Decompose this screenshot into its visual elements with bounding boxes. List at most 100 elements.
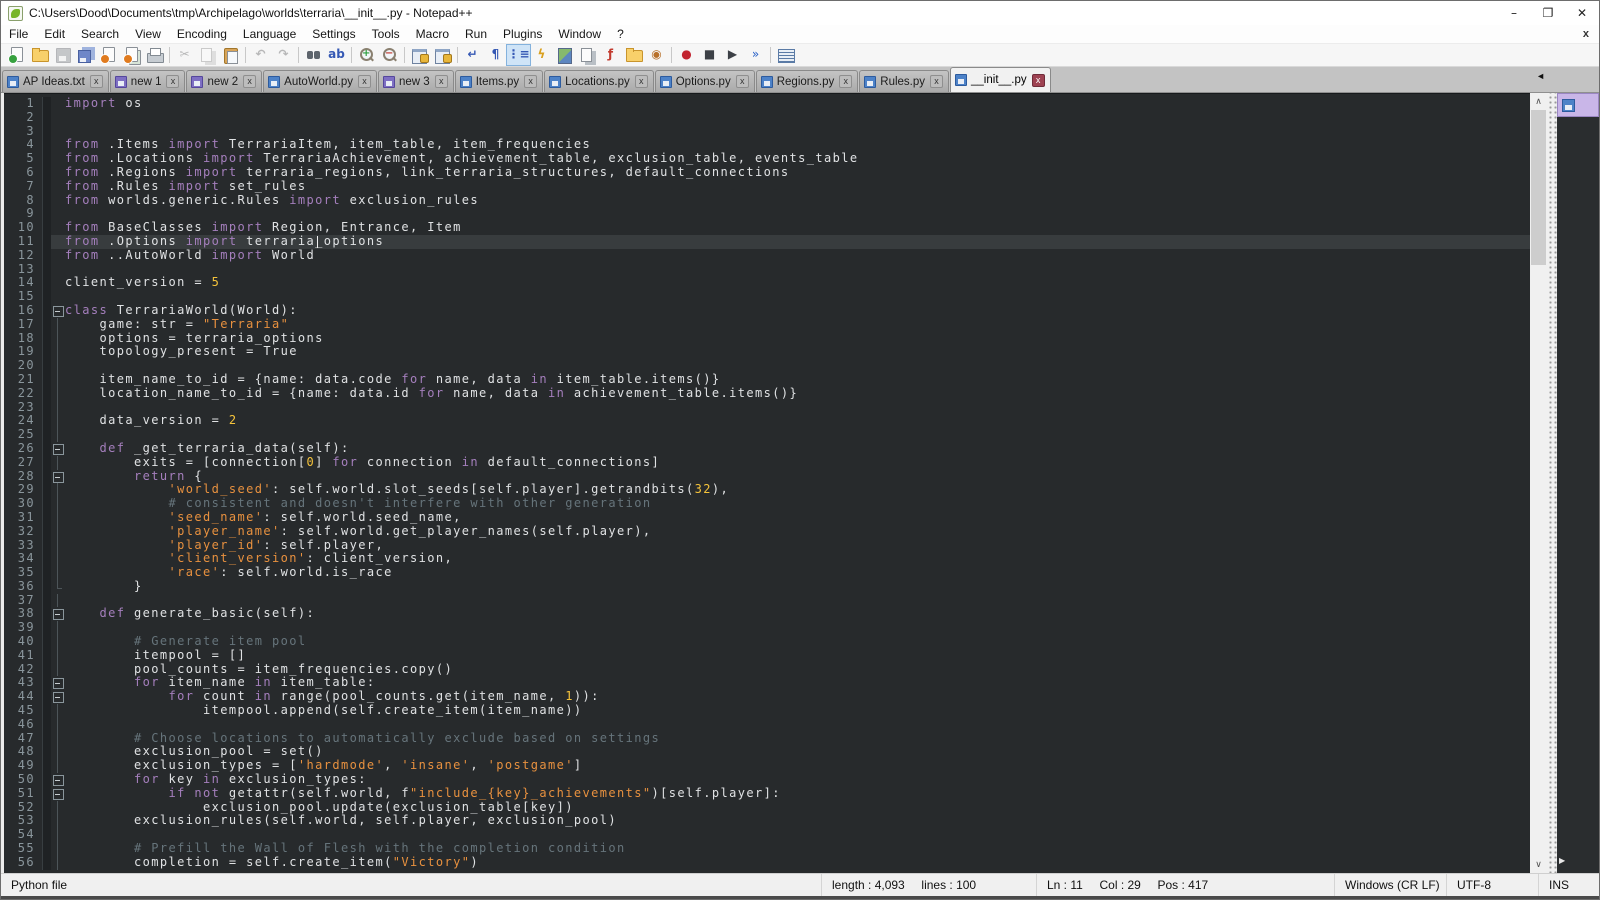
bookmark-margin[interactable] xyxy=(42,635,51,649)
bookmark-margin[interactable] xyxy=(42,332,51,346)
scroll-down-icon[interactable]: ∨ xyxy=(1530,856,1547,873)
code-line[interactable]: 3 xyxy=(4,125,1530,139)
bookmark-margin[interactable] xyxy=(42,138,51,152)
bookmark-margin[interactable] xyxy=(42,263,51,277)
fold-collapse-icon[interactable] xyxy=(51,470,65,484)
status-encoding[interactable]: UTF-8 xyxy=(1447,874,1539,896)
bookmark-margin[interactable] xyxy=(42,773,51,787)
bookmark-margin[interactable] xyxy=(42,856,51,870)
code-line[interactable]: 17 game: str = "Terraria" xyxy=(4,318,1530,332)
find-icon[interactable] xyxy=(302,45,325,65)
tab-close-icon[interactable]: x xyxy=(736,75,749,88)
doc-list-icon[interactable] xyxy=(576,45,599,65)
code-line[interactable]: 35 'race': self.world.is_race xyxy=(4,566,1530,580)
bookmark-margin[interactable] xyxy=(42,497,51,511)
bookmark-margin[interactable] xyxy=(42,345,51,359)
code-line[interactable]: 49 exclusion_types = ['hardmode', 'insan… xyxy=(4,759,1530,773)
code-line[interactable]: 42 pool_counts = item_frequencies.copy() xyxy=(4,663,1530,677)
restore-button[interactable]: ❐ xyxy=(1531,1,1565,25)
code-line[interactable]: 14client_version = 5 xyxy=(4,276,1530,290)
save-icon[interactable] xyxy=(51,45,74,65)
bookmark-margin[interactable] xyxy=(42,801,51,815)
folder-workspace-icon[interactable] xyxy=(622,45,645,65)
code-line[interactable]: 48 exclusion_pool = set() xyxy=(4,745,1530,759)
open-file-icon[interactable] xyxy=(28,45,51,65)
macro-play-icon[interactable]: ▶ xyxy=(721,45,744,65)
code-line[interactable]: 5from .Locations import TerrariaAchievem… xyxy=(4,152,1530,166)
status-insert-mode[interactable]: INS xyxy=(1539,874,1599,896)
code-line[interactable]: 41 itempool = [] xyxy=(4,649,1530,663)
bookmark-margin[interactable] xyxy=(42,594,51,608)
indent-guide-icon[interactable]: ⋮≡ xyxy=(507,45,530,65)
code-line[interactable]: 40 # Generate item pool xyxy=(4,635,1530,649)
code-line[interactable]: 16class TerrariaWorld(World): xyxy=(4,304,1530,318)
bookmark-margin[interactable] xyxy=(42,166,51,180)
code-line[interactable]: 13 xyxy=(4,263,1530,277)
bookmark-margin[interactable] xyxy=(42,97,51,111)
bookmark-margin[interactable] xyxy=(42,414,51,428)
bookmark-margin[interactable] xyxy=(42,580,51,594)
fold-collapse-icon[interactable] xyxy=(51,690,65,704)
tab-close-icon[interactable]: x xyxy=(166,75,179,88)
code-line[interactable]: 51 if not getattr(self.world, f"include_… xyxy=(4,787,1530,801)
menu-item-file[interactable]: File xyxy=(1,25,36,43)
code-line[interactable]: 27 exits = [connection[0] for connection… xyxy=(4,456,1530,470)
fold-collapse-icon[interactable] xyxy=(51,304,65,318)
tab-ap-ideas-txt[interactable]: AP Ideas.txtx xyxy=(2,70,109,92)
code-line[interactable]: 8from worlds.generic.Rules import exclus… xyxy=(4,194,1530,208)
bookmark-margin[interactable] xyxy=(42,649,51,663)
fold-collapse-icon[interactable] xyxy=(51,442,65,456)
code-line[interactable]: 24 data_version = 2 xyxy=(4,414,1530,428)
tab-new-3[interactable]: new 3x xyxy=(378,70,454,92)
code-line[interactable]: 34 'client_version': client_version, xyxy=(4,552,1530,566)
bookmark-margin[interactable] xyxy=(42,745,51,759)
tab-close-icon[interactable]: x xyxy=(243,75,256,88)
sync-horizontal-icon[interactable] xyxy=(431,45,454,65)
menu-item-view[interactable]: View xyxy=(127,25,169,43)
bookmark-margin[interactable] xyxy=(42,483,51,497)
menu-item-settings[interactable]: Settings xyxy=(304,25,363,43)
tab-items-py[interactable]: Items.pyx xyxy=(455,70,543,92)
tab-autoworld-py[interactable]: AutoWorld.pyx xyxy=(263,70,377,92)
status-eol-format[interactable]: Windows (CR LF) xyxy=(1335,874,1447,896)
monitoring-icon[interactable]: ◉ xyxy=(645,45,668,65)
close-file-icon[interactable] xyxy=(97,45,120,65)
code-line[interactable]: 53 exclusion_rules(self.world, self.play… xyxy=(4,814,1530,828)
bookmark-margin[interactable] xyxy=(42,663,51,677)
code-line[interactable]: 45 itempool.append(self.create_item(item… xyxy=(4,704,1530,718)
bookmark-margin[interactable] xyxy=(42,387,51,401)
code-line[interactable]: 9 xyxy=(4,207,1530,221)
code-line[interactable]: 10from BaseClasses import Region, Entran… xyxy=(4,221,1530,235)
zoom-in-icon[interactable]: + xyxy=(355,45,378,65)
bookmark-margin[interactable] xyxy=(42,194,51,208)
bookmark-margin[interactable] xyxy=(42,207,51,221)
code-line[interactable]: 47 # Choose locations to automatically e… xyxy=(4,732,1530,746)
cut-icon[interactable]: ✂ xyxy=(173,45,196,65)
bookmark-margin[interactable] xyxy=(42,607,51,621)
bookmark-margin[interactable] xyxy=(42,718,51,732)
sync-vertical-icon[interactable] xyxy=(408,45,431,65)
bookmark-margin[interactable] xyxy=(42,249,51,263)
tab-rules-py[interactable]: Rules.pyx xyxy=(859,70,949,92)
menubar-close-icon[interactable]: x xyxy=(1583,28,1589,40)
code-line[interactable]: 36 } xyxy=(4,580,1530,594)
code-line[interactable]: 28 return { xyxy=(4,470,1530,484)
code-line[interactable]: 12from ..AutoWorld import World xyxy=(4,249,1530,263)
bookmark-margin[interactable] xyxy=(42,290,51,304)
fold-collapse-icon[interactable] xyxy=(51,607,65,621)
tab-close-icon[interactable]: x xyxy=(930,75,943,88)
bookmark-margin[interactable] xyxy=(42,456,51,470)
code-line[interactable]: 37 xyxy=(4,594,1530,608)
tab-new-2[interactable]: new 2x xyxy=(186,70,262,92)
show-all-chars-icon[interactable]: ¶ xyxy=(484,45,507,65)
menu-item-language[interactable]: Language xyxy=(235,25,304,43)
bookmark-margin[interactable] xyxy=(42,470,51,484)
code-line[interactable]: 4from .Items import TerrariaItem, item_t… xyxy=(4,138,1530,152)
bookmark-margin[interactable] xyxy=(42,180,51,194)
bookmark-margin[interactable] xyxy=(42,621,51,635)
bookmark-margin[interactable] xyxy=(42,828,51,842)
save-all-icon[interactable] xyxy=(74,45,97,65)
fold-collapse-icon[interactable] xyxy=(51,773,65,787)
new-file-icon[interactable] xyxy=(5,45,28,65)
code-line[interactable]: 1import os xyxy=(4,97,1530,111)
